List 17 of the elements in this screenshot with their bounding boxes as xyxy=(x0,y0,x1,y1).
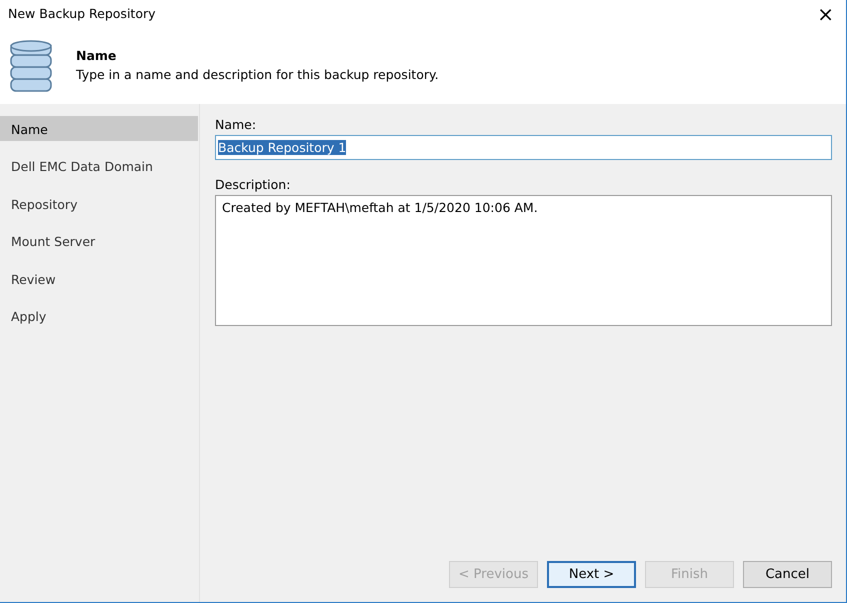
wizard-step[interactable]: Apply xyxy=(0,302,198,328)
database-icon xyxy=(10,39,52,93)
name-field[interactable]: Backup Repository 1 xyxy=(215,134,832,160)
wizard-button[interactable]: Next > xyxy=(547,561,636,588)
wizard-step[interactable]: Dell EMC Data Domain xyxy=(0,153,198,178)
description-field[interactable]: Created by MEFTAH\meftah at 1/5/2020 10:06 AM. xyxy=(215,194,832,326)
wizard-step[interactable]: Name xyxy=(0,116,198,141)
wizard-step[interactable]: Repository xyxy=(0,190,198,216)
wizard-step[interactable]: Mount Server xyxy=(0,228,198,254)
step-title: Name xyxy=(76,47,118,66)
step-description: Type in a name and description for this backup repository. xyxy=(76,66,439,84)
wizard-button[interactable]: Cancel xyxy=(743,561,832,588)
close-button[interactable]: × xyxy=(813,4,838,24)
description-label: Description: xyxy=(215,176,292,194)
name-label: Name: xyxy=(215,116,258,134)
wizard-step[interactable]: Review xyxy=(0,266,198,291)
window-title: New Backup Repository xyxy=(8,4,156,23)
